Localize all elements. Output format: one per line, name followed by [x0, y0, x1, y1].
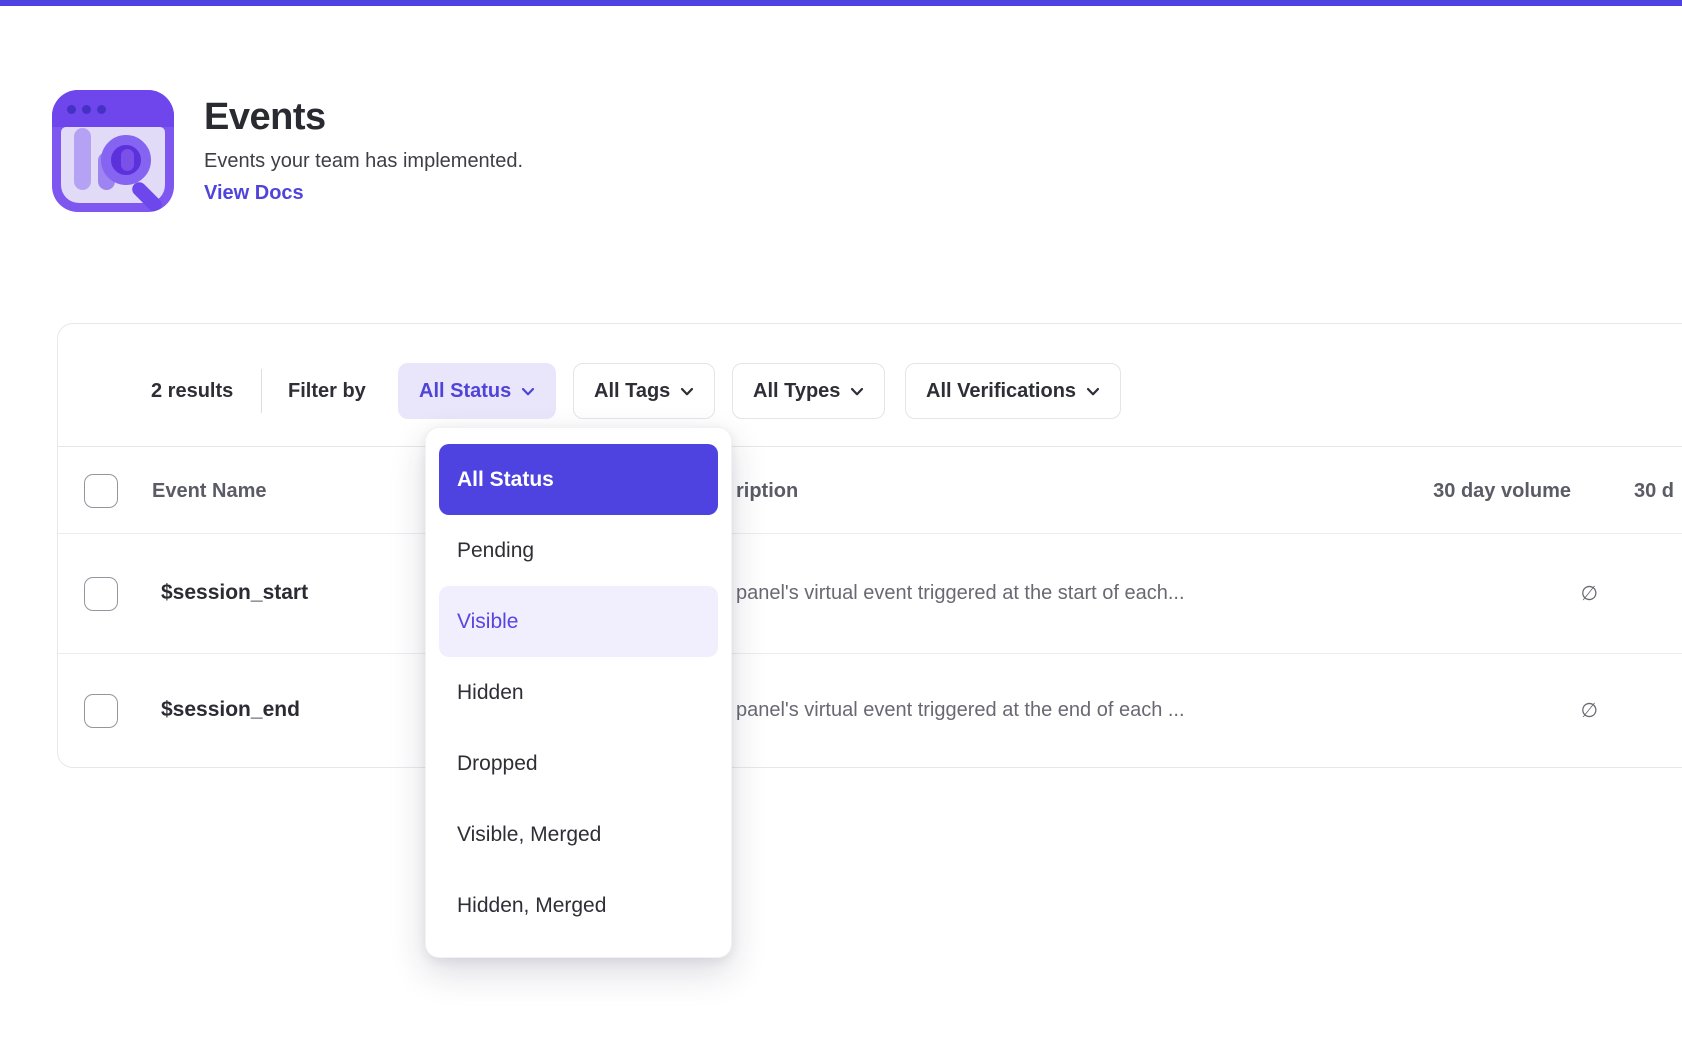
chevron-down-icon: [850, 386, 864, 397]
icon-window-dot: [82, 105, 91, 114]
event-description-cell: panel's virtual event triggered at the e…: [736, 699, 1185, 722]
column-header-description-fragment[interactable]: ription: [736, 480, 798, 503]
icon-magnifier-highlight: [121, 149, 134, 171]
results-count: 2 results: [151, 380, 233, 403]
icon-window-dot: [67, 105, 76, 114]
filter-chip-status[interactable]: All Status: [398, 363, 556, 419]
page-subtitle: Events your team has implemented.: [204, 150, 523, 173]
table-row[interactable]: $session_end panel's virtual event trigg…: [58, 654, 1682, 769]
chevron-down-icon: [521, 386, 535, 397]
filter-by-label: Filter by: [288, 380, 366, 403]
chevron-down-icon: [680, 386, 694, 397]
row-checkbox[interactable]: [84, 694, 118, 728]
status-option-visible-merged[interactable]: Visible, Merged: [439, 799, 718, 870]
icon-window-dot: [97, 105, 106, 114]
event-volume-cell: ∅: [1318, 698, 1598, 723]
events-table-card: 2 results Filter by All Status All Tags …: [57, 323, 1682, 768]
table-row[interactable]: $session_start panel's virtual event tri…: [58, 534, 1682, 654]
select-all-checkbox[interactable]: [84, 474, 118, 508]
status-option-dropped[interactable]: Dropped: [439, 728, 718, 799]
status-option-pending[interactable]: Pending: [439, 515, 718, 586]
page-title: Events: [204, 96, 326, 139]
chevron-down-icon: [1086, 386, 1100, 397]
icon-window-titlebar: [52, 90, 174, 127]
status-option-all-status[interactable]: All Status: [439, 444, 718, 515]
top-accent-bar: [0, 0, 1682, 6]
row-checkbox[interactable]: [84, 577, 118, 611]
column-header-event-name[interactable]: Event Name: [152, 480, 267, 503]
event-name-cell[interactable]: $session_end: [161, 698, 300, 722]
status-option-hidden-merged[interactable]: Hidden, Merged: [439, 870, 718, 941]
view-docs-link[interactable]: View Docs: [204, 182, 304, 205]
events-illustration-icon: [52, 90, 174, 212]
event-volume-cell: ∅: [1318, 581, 1598, 606]
filter-chip-verifications[interactable]: All Verifications: [905, 363, 1121, 419]
event-name-cell[interactable]: $session_start: [161, 581, 308, 605]
event-description-cell: panel's virtual event triggered at the s…: [736, 582, 1185, 605]
filter-chip-status-label: All Status: [419, 380, 511, 403]
column-header-30-day-volume[interactable]: 30 day volume: [1291, 480, 1571, 503]
icon-magnifier-handle: [129, 179, 164, 212]
vertical-divider: [261, 369, 262, 413]
column-header-cutoff[interactable]: 30 d: [1634, 480, 1674, 503]
filter-chip-tags[interactable]: All Tags: [573, 363, 715, 419]
filter-chip-verifications-label: All Verifications: [926, 380, 1076, 403]
status-filter-dropdown-menu: All Status Pending Visible Hidden Droppe…: [425, 427, 732, 958]
filter-chip-types[interactable]: All Types: [732, 363, 885, 419]
status-option-hidden[interactable]: Hidden: [439, 657, 718, 728]
filter-chip-types-label: All Types: [753, 380, 840, 403]
filter-chip-tags-label: All Tags: [594, 380, 670, 403]
icon-chart-bar: [74, 128, 91, 190]
icon-window-body: [61, 127, 165, 203]
status-option-visible[interactable]: Visible: [439, 586, 718, 657]
table-header-row: Event Name ription 30 day volume 30 d: [58, 446, 1682, 534]
